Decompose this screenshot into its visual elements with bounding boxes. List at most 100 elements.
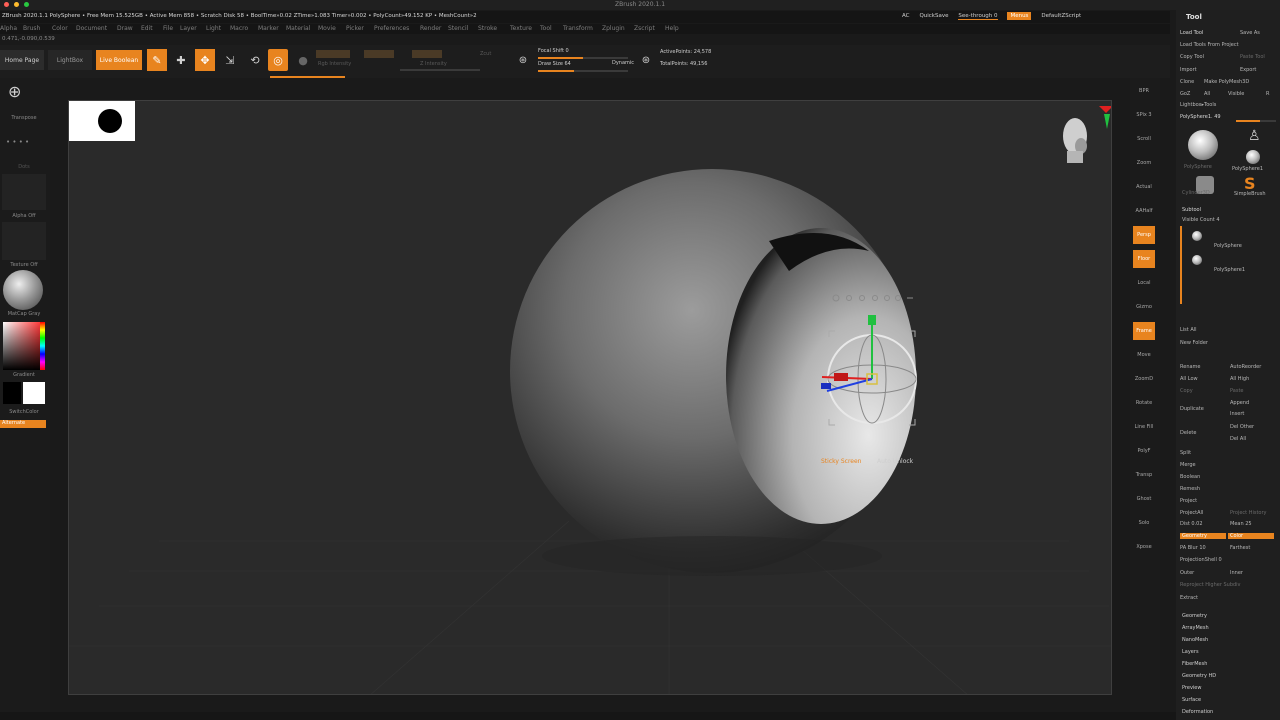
matcap-thumbnail[interactable] [3, 270, 43, 310]
hue-strip[interactable] [40, 322, 45, 370]
menu-movie[interactable]: Movie [318, 25, 336, 32]
shelf-actual-button[interactable]: Actual [1133, 178, 1155, 196]
menu-macro[interactable]: Macro [230, 25, 248, 32]
inner-button[interactable]: Inner [1230, 570, 1243, 576]
load-tool-button[interactable]: Load Tool [1180, 30, 1203, 36]
menu-draw[interactable]: Draw [117, 25, 133, 32]
live-boolean-button[interactable]: Live Boolean [96, 50, 142, 70]
edit-button[interactable]: ✎ [147, 49, 167, 71]
farthest-button[interactable]: Farthest [1230, 545, 1250, 551]
section-fibermesh[interactable]: FiberMesh [1182, 661, 1207, 667]
section-geometry-hd[interactable]: Geometry HD [1182, 673, 1216, 679]
section-arraymesh[interactable]: ArrayMesh [1182, 625, 1209, 631]
see-through-slider[interactable]: See-through 0 [958, 13, 998, 20]
autoreorder-button[interactable]: AutoReorder [1230, 364, 1261, 370]
visible-button[interactable]: Visible [1228, 91, 1244, 97]
default-zscript-button[interactable]: DefaultZScript [1041, 13, 1081, 19]
shelf-line-fill-button[interactable]: Line Fill [1133, 418, 1155, 436]
lightbox-button[interactable]: LightBox [48, 50, 92, 70]
mrgb-button[interactable]: ◎ [268, 49, 288, 71]
reproject-higher-subdiv-button[interactable]: Reproject Higher Subdiv [1180, 582, 1241, 588]
shelf-polyf-button[interactable]: PolyF [1133, 442, 1155, 460]
draw-size-label[interactable]: Draw Size 64 [538, 61, 571, 67]
all-button[interactable]: All [1204, 91, 1210, 97]
copy-button[interactable]: Copy [1180, 388, 1193, 394]
shelf-zoomd-button[interactable]: ZoomD [1133, 370, 1155, 388]
load-tools-from-project-button[interactable]: Load Tools From Project [1180, 42, 1239, 48]
import-button[interactable]: Import [1180, 67, 1197, 73]
section-geometry[interactable]: Geometry [1182, 613, 1207, 619]
all-low-button[interactable]: All Low [1180, 376, 1198, 382]
tool-palette-title[interactable]: Tool [1186, 13, 1202, 21]
append-button[interactable]: Append [1230, 400, 1249, 406]
home-page-tab[interactable]: Home Page [0, 50, 44, 70]
lightbox-tools-button[interactable]: Lightbox▸Tools [1180, 102, 1216, 108]
shelf-persp-button[interactable]: Persp [1133, 226, 1155, 244]
paste-button[interactable]: Paste [1230, 388, 1244, 394]
secondary-color-swatch[interactable] [23, 382, 45, 404]
tool-thumb-polysphere[interactable] [1188, 130, 1218, 160]
dynamic-toggle[interactable]: Dynamic [612, 60, 634, 66]
paste-tool-button[interactable]: Paste Tool [1240, 54, 1265, 60]
subtool-item-0[interactable]: PolySphere [1214, 243, 1242, 249]
current-tool-slider[interactable]: PolySphere1. 49 [1180, 114, 1221, 120]
focal-shift-label[interactable]: Focal Shift 0 [538, 48, 569, 54]
ac-label[interactable]: AC [902, 13, 910, 19]
split-button[interactable]: Split [1180, 450, 1191, 456]
main-color-swatch[interactable] [3, 382, 21, 404]
projection-shell-slider[interactable]: ProjectionShell 0 [1180, 557, 1222, 563]
subtool-thumb-0[interactable] [1192, 231, 1202, 241]
current-tool-slider-bar[interactable] [1236, 120, 1276, 122]
insert-button[interactable]: Insert [1230, 411, 1244, 417]
menu-edit[interactable]: Edit [141, 25, 153, 32]
shelf-local-button[interactable]: Local [1133, 274, 1155, 292]
texture-slot[interactable] [2, 222, 46, 260]
subtool-scrollbar[interactable] [1180, 226, 1182, 304]
duplicate-button[interactable]: Duplicate [1180, 406, 1204, 412]
project-all-button[interactable]: ProjectAll [1180, 510, 1203, 516]
color-picker[interactable] [3, 322, 45, 370]
move-button[interactable]: ✥ [195, 49, 215, 71]
section-layers[interactable]: Layers [1182, 649, 1199, 655]
goz-button[interactable]: GoZ [1180, 91, 1190, 97]
shelf-xpose-button[interactable]: Xpose [1133, 538, 1155, 556]
dynamic-icon[interactable]: ⊛ [636, 49, 656, 71]
scale-button[interactable]: ⇲ [220, 49, 240, 71]
remesh-button[interactable]: Remesh [1180, 486, 1200, 492]
geometry-toggle[interactable]: Geometry [1180, 533, 1226, 539]
menu-material[interactable]: Material [286, 25, 310, 32]
merge-button[interactable]: Merge [1180, 462, 1196, 468]
new-folder-button[interactable]: New Folder [1180, 340, 1208, 346]
focal-shift-slider[interactable] [538, 57, 628, 59]
dots-stroke-icon[interactable]: • • • • [6, 138, 29, 146]
menus-toggle[interactable]: Menus [1007, 12, 1032, 20]
make-polymesh-button[interactable]: Make PolyMesh3D [1204, 79, 1249, 85]
switch-color-button[interactable]: SwitchColor [0, 409, 48, 415]
project-button[interactable]: Project [1180, 498, 1197, 504]
shelf-spix-3-button[interactable]: SPix 3 [1133, 106, 1155, 124]
shelf-aahalf-button[interactable]: AAHalf [1133, 202, 1155, 220]
zadd-button[interactable] [364, 50, 394, 58]
shelf-frame-button[interactable]: Frame [1133, 322, 1155, 340]
section-nanomesh[interactable]: NanoMesh [1182, 637, 1208, 643]
del-all-button[interactable]: Del All [1230, 436, 1246, 442]
zcut-label[interactable]: Zcut [480, 51, 491, 57]
dist-slider[interactable]: Dist 0.02 [1180, 521, 1203, 527]
menu-marker[interactable]: Marker [258, 25, 279, 32]
del-other-button[interactable]: Del Other [1230, 424, 1254, 430]
menu-zplugin[interactable]: Zplugin [602, 25, 625, 32]
shelf-transp-button[interactable]: Transp [1133, 466, 1155, 484]
boolean-button[interactable]: Boolean [1180, 474, 1200, 480]
tool-thumb-polysphere1[interactable] [1246, 150, 1260, 164]
list-all-button[interactable]: List All [1180, 327, 1197, 333]
shelf-rotate-button[interactable]: Rotate [1133, 394, 1155, 412]
zsub-button[interactable] [412, 50, 442, 58]
delete-button[interactable]: Delete [1180, 430, 1196, 436]
mean-slider[interactable]: Mean 25 [1230, 521, 1252, 527]
menu-zscript[interactable]: Zscript [634, 25, 655, 32]
draw-size-slider[interactable] [538, 70, 628, 72]
menu-transform[interactable]: Transform [563, 25, 593, 32]
menu-help[interactable]: Help [665, 25, 679, 32]
quicksave-button[interactable]: QuickSave [919, 13, 948, 19]
menu-preferences[interactable]: Preferences [374, 25, 409, 32]
